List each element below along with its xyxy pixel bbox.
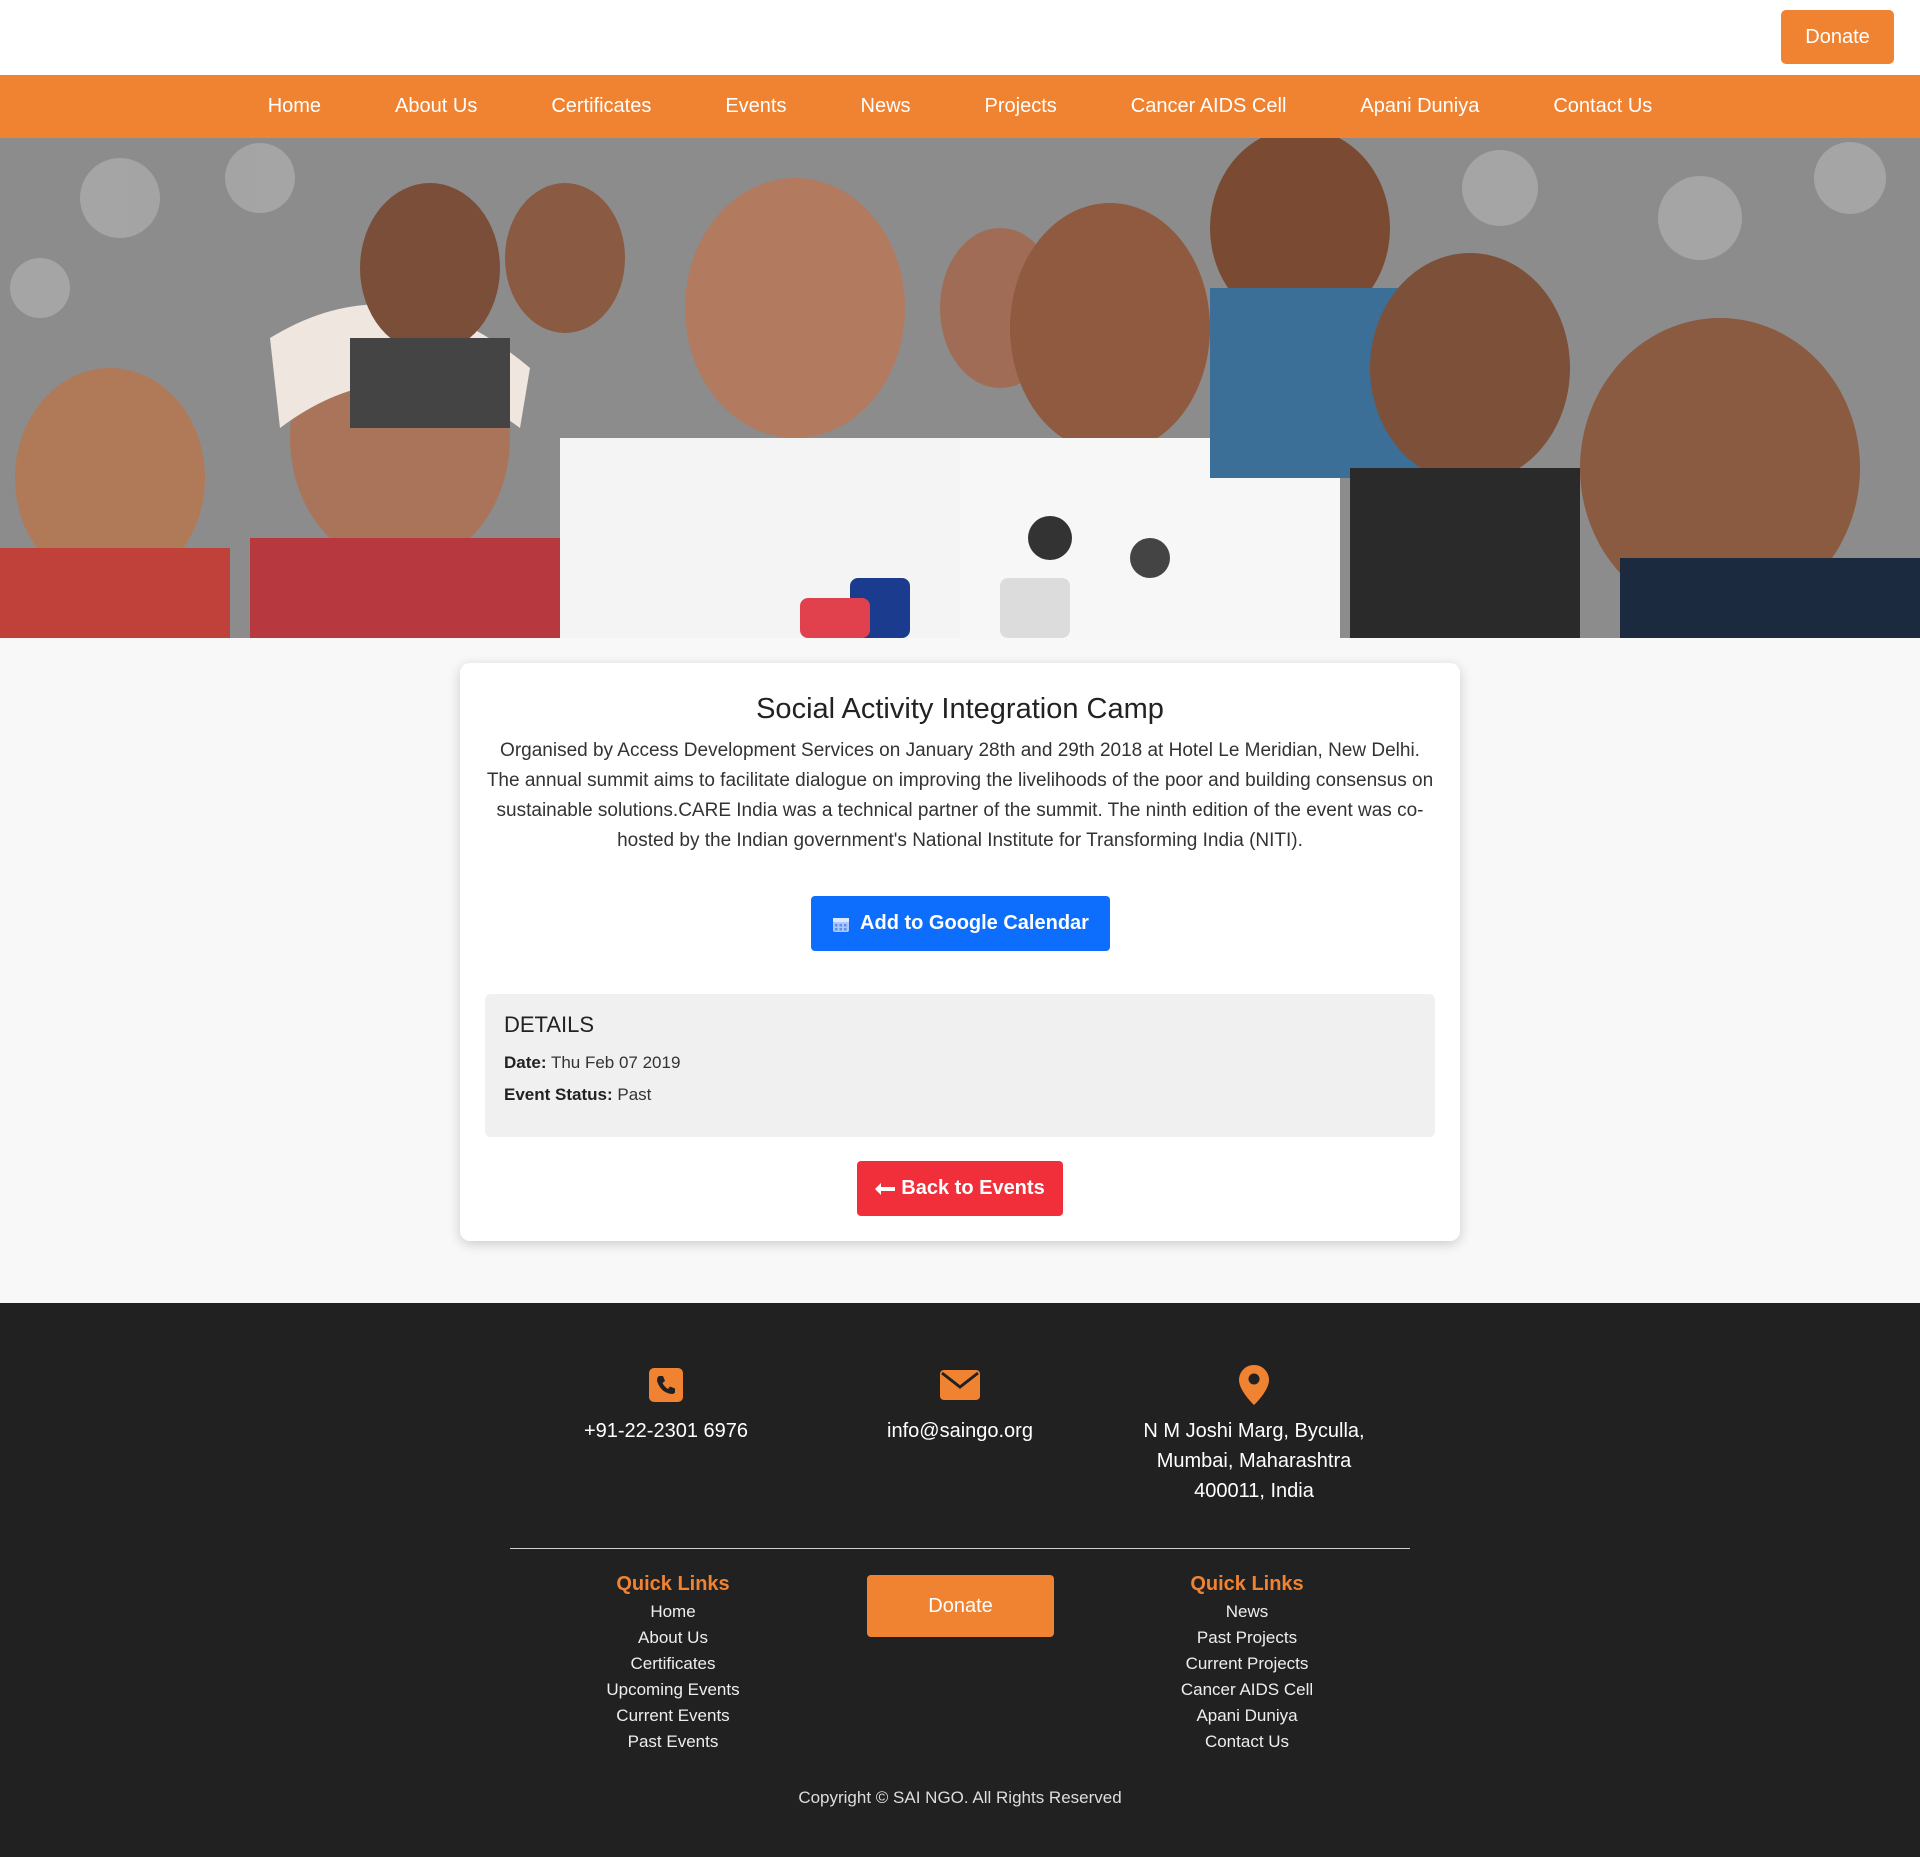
- envelope-icon: [940, 1370, 980, 1400]
- footer-phone: +91-22-2301 6976: [516, 1365, 816, 1446]
- footer-link-apani-duniya[interactable]: Apani Duniya: [1097, 1703, 1397, 1729]
- footer-address: N M Joshi Marg, Byculla, Mumbai, Maharas…: [1104, 1365, 1404, 1506]
- footer-quick-links-left: Quick Links Home About Us Certificates U…: [523, 1573, 823, 1755]
- nav-item-certificates[interactable]: Certificates: [514, 75, 688, 138]
- footer-address-line-3: 400011, India: [1194, 1480, 1314, 1502]
- donate-button[interactable]: Donate: [1781, 10, 1894, 64]
- nav-item-events[interactable]: Events: [688, 75, 823, 138]
- quick-links-heading-right: Quick Links: [1190, 1573, 1304, 1595]
- arrow-left-icon: [875, 1182, 896, 1195]
- footer-link-current-projects[interactable]: Current Projects: [1097, 1651, 1397, 1677]
- event-date-value: Thu Feb 07 2019: [550, 1053, 681, 1072]
- event-status-value: Past: [617, 1085, 652, 1104]
- footer-donate-button[interactable]: Donate: [867, 1575, 1054, 1637]
- event-status-row: Event Status: Past: [504, 1085, 651, 1105]
- footer-link-upcoming-events[interactable]: Upcoming Events: [523, 1677, 823, 1703]
- footer-link-home[interactable]: Home: [523, 1599, 823, 1625]
- event-description: Organised by Access Development Services…: [486, 740, 1434, 851]
- footer-link-about-us[interactable]: About Us: [523, 1625, 823, 1651]
- footer-link-past-projects[interactable]: Past Projects: [1097, 1625, 1397, 1651]
- footer-divider: [510, 1548, 1410, 1549]
- copyright-text: Copyright © SAI NGO. All Rights Reserved: [798, 1788, 1122, 1807]
- event-details-panel: DETAILS Date: Thu Feb 07 2019 Event Stat…: [485, 994, 1435, 1137]
- nav-item-home[interactable]: Home: [231, 75, 358, 138]
- nav-item-about-us[interactable]: About Us: [358, 75, 514, 138]
- event-card: Social Activity Integration Camp Organis…: [460, 663, 1460, 1241]
- nav-item-contact-us[interactable]: Contact Us: [1516, 75, 1689, 138]
- footer-link-contact-us[interactable]: Contact Us: [1097, 1729, 1397, 1755]
- gcal-button-label: Add to Google Calendar: [860, 912, 1089, 934]
- footer-quick-links-right: Quick Links News Past Projects Current P…: [1097, 1573, 1397, 1755]
- footer-link-current-events[interactable]: Current Events: [523, 1703, 823, 1729]
- add-to-google-calendar-button[interactable]: Add to Google Calendar: [811, 896, 1110, 951]
- nav-item-cancer-aids-cell[interactable]: Cancer AIDS Cell: [1094, 75, 1324, 138]
- back-button-label: Back to Events: [901, 1177, 1045, 1199]
- calendar-icon: [833, 917, 850, 932]
- nav-item-apani-duniya[interactable]: Apani Duniya: [1323, 75, 1516, 138]
- footer: +91-22-2301 6976 info@saingo.org N M Jos…: [0, 1303, 1920, 1857]
- footer-email-address[interactable]: info@saingo.org: [810, 1416, 1110, 1446]
- footer-link-news[interactable]: News: [1097, 1599, 1397, 1625]
- main-nav: Home About Us Certificates Events News P…: [0, 75, 1920, 138]
- event-title: Social Activity Integration Camp: [756, 693, 1164, 725]
- hero-banner-image: [0, 138, 1920, 638]
- event-date-row: Date: Thu Feb 07 2019: [504, 1053, 680, 1073]
- footer-address-line-1: N M Joshi Marg, Byculla,: [1143, 1420, 1365, 1442]
- footer-email: info@saingo.org: [810, 1365, 1110, 1446]
- footer-phone-number[interactable]: +91-22-2301 6976: [516, 1416, 816, 1446]
- footer-link-cancer-aids-cell[interactable]: Cancer AIDS Cell: [1097, 1677, 1397, 1703]
- footer-link-certificates[interactable]: Certificates: [523, 1651, 823, 1677]
- quick-links-heading-left: Quick Links: [616, 1573, 730, 1595]
- nav-item-projects[interactable]: Projects: [948, 75, 1094, 138]
- hero-photo-crowd: [0, 138, 1920, 638]
- footer-link-past-events[interactable]: Past Events: [523, 1729, 823, 1755]
- map-pin-icon: [1239, 1365, 1269, 1405]
- event-date-label: Date:: [504, 1053, 547, 1072]
- event-status-label: Event Status:: [504, 1085, 613, 1104]
- nav-item-news[interactable]: News: [824, 75, 948, 138]
- top-bar: Donate: [0, 0, 1920, 75]
- footer-address-line-2: Mumbai, Maharashtra: [1156, 1450, 1352, 1472]
- phone-icon: [649, 1368, 683, 1402]
- back-to-events-button[interactable]: Back to Events: [857, 1161, 1063, 1216]
- details-heading: DETAILS: [504, 1012, 595, 1037]
